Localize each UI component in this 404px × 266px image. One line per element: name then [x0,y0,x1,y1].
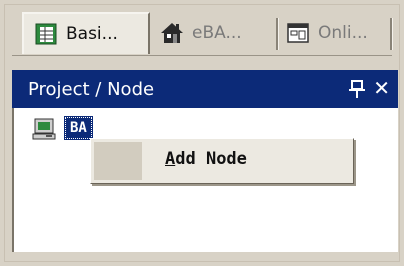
tab-bar: Basi... eBA... Onli... [12,12,398,56]
tab-eba-label: eBA... [192,23,242,43]
tab-basic[interactable]: Basi... [22,12,150,54]
tab-basic-label: Basi... [66,24,118,44]
tab-online-label: Onli... [318,23,368,43]
tab-separator [390,18,393,50]
tab-underline [12,55,392,56]
menu-item-label: dd Node [175,149,247,169]
tab-online[interactable]: Onli... [280,12,390,54]
window-icon [287,23,309,43]
panel-title: Project / Node [28,78,155,100]
context-menu: Add Node [90,138,354,184]
home-icon [161,23,183,43]
menu-gutter [94,142,142,180]
computer-icon [32,118,56,140]
panel-title-bar[interactable]: Project / Node ✕ [12,70,398,108]
menu-item-add-node[interactable]: Add Node [165,149,247,169]
tab-eba[interactable]: eBA... [154,12,274,54]
tree-node-label[interactable]: BA [64,116,93,140]
menu-item-mnemonic: A [165,149,176,169]
tab-separator [276,18,279,50]
close-icon[interactable]: ✕ [373,77,390,99]
table-icon [35,23,57,45]
pin-icon[interactable] [348,79,366,99]
app-window: Basi... eBA... Onli... Project / Node ✕ … [0,0,404,266]
